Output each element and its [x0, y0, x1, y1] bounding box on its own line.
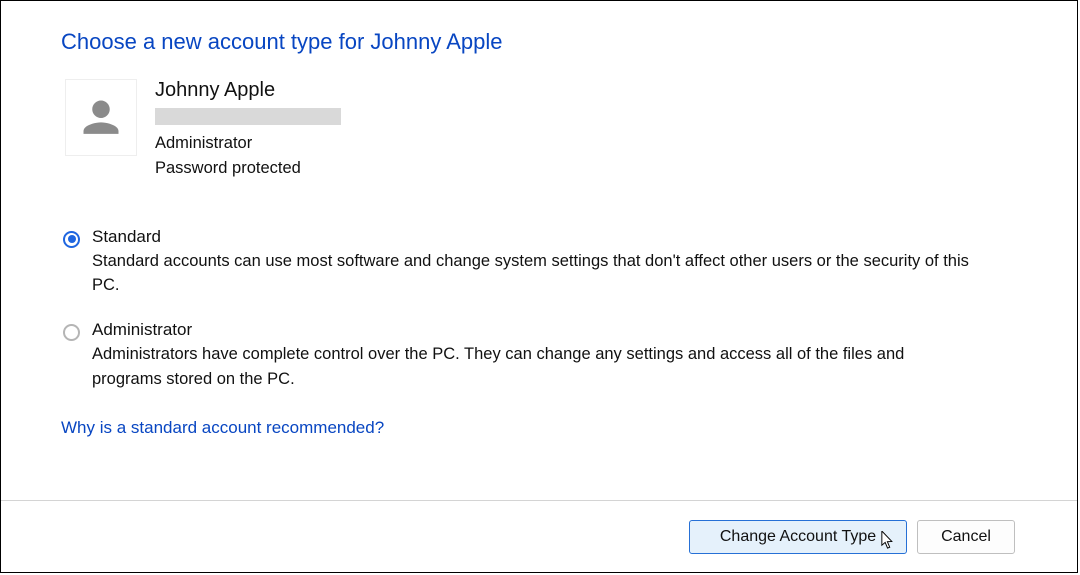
- cursor-icon: [881, 531, 896, 550]
- user-name: Johnny Apple: [155, 79, 341, 102]
- radio-administrator[interactable]: [63, 324, 80, 341]
- page-title: Choose a new account type for Johnny App…: [61, 29, 1017, 55]
- option-administrator-body: Administrator Administrators have comple…: [92, 320, 1017, 392]
- user-summary: Johnny Apple Administrator Password prot…: [65, 79, 1017, 181]
- option-standard-desc: Standard accounts can use most software …: [92, 249, 972, 299]
- option-administrator-label: Administrator: [92, 320, 1017, 340]
- user-info: Johnny Apple Administrator Password prot…: [155, 79, 341, 181]
- option-administrator[interactable]: Administrator Administrators have comple…: [63, 320, 1017, 392]
- content-area: Choose a new account type for Johnny App…: [1, 1, 1077, 438]
- radio-standard[interactable]: [63, 231, 80, 248]
- help-link[interactable]: Why is a standard account recommended?: [61, 418, 384, 438]
- option-administrator-desc: Administrators have complete control ove…: [92, 342, 972, 392]
- account-type-window: Choose a new account type for Johnny App…: [0, 0, 1078, 573]
- person-icon: [76, 93, 126, 143]
- user-avatar: [65, 79, 137, 156]
- change-account-type-label: Change Account Type: [720, 528, 876, 545]
- cancel-button[interactable]: Cancel: [917, 520, 1015, 554]
- user-status: Password protected: [155, 156, 341, 181]
- user-email-redacted: [155, 108, 341, 125]
- option-standard-body: Standard Standard accounts can use most …: [92, 227, 1017, 299]
- change-account-type-button[interactable]: Change Account Type: [689, 520, 907, 554]
- dialog-footer: Change Account Type Cancel: [1, 500, 1077, 572]
- account-type-options: Standard Standard accounts can use most …: [63, 227, 1017, 392]
- option-standard-label: Standard: [92, 227, 1017, 247]
- option-standard[interactable]: Standard Standard accounts can use most …: [63, 227, 1017, 299]
- user-role: Administrator: [155, 131, 341, 156]
